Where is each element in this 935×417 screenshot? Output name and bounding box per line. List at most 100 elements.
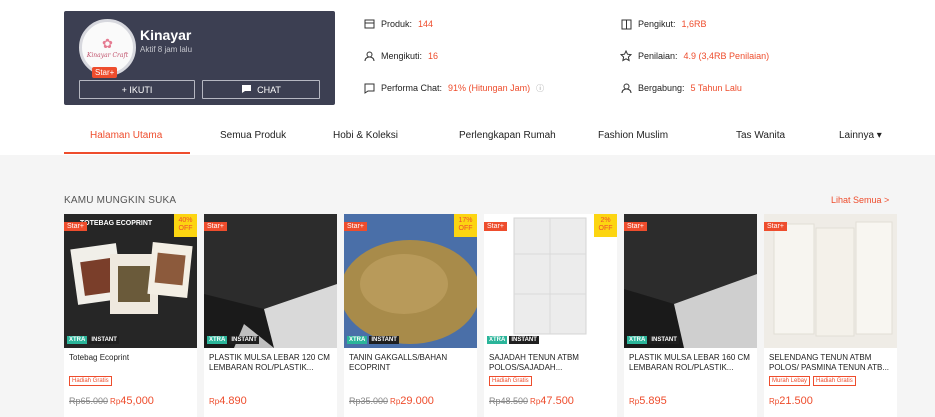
current-price: 29.000	[400, 395, 434, 407]
stat-followers-label: Pengikut:	[638, 19, 676, 29]
stat-joined-label: Bergabung:	[638, 83, 685, 93]
product-card[interactable]: TOTEBAG ECOPRINT Star+ 40% OFF XTRA INSTA…	[64, 214, 197, 417]
current-price: 4.890	[219, 395, 247, 407]
chat-button-label: CHAT	[257, 84, 281, 95]
tab-hobi-koleksi[interactable]: Hobi & Koleksi	[333, 130, 398, 141]
product-name: SAJADAH TENUN ATBM POLOS/SAJADAH...	[489, 353, 579, 372]
instant-badge: INSTANT	[369, 336, 399, 344]
stat-following: Mengikuti: 16	[363, 50, 438, 62]
stat-chat-value: 91% (Hitungan Jam)	[448, 83, 531, 93]
product-card[interactable]: Star+ 2% OFF XTRA INSTANT SAJADAH TENUN A…	[484, 214, 617, 417]
product-tags: Hadiah Gratis	[69, 376, 112, 386]
active-tab-indicator	[64, 152, 190, 154]
star-plus-badge: Star+	[204, 222, 227, 231]
promo-badges: XTRA INSTANT	[487, 336, 539, 344]
current-price: 5.895	[639, 395, 667, 407]
product-name: Totebag Ecoprint	[69, 353, 130, 362]
discount-badge: 17% OFF	[454, 214, 477, 237]
see-all-link[interactable]: Lihat Semua >	[831, 195, 889, 205]
tab-semua-produk[interactable]: Semua Produk	[220, 130, 286, 141]
image-caption: TOTEBAG ECOPRINT	[80, 220, 153, 227]
star-icon	[620, 50, 632, 62]
product-tags: Hadiah Gratis	[489, 376, 532, 386]
followers-icon	[620, 18, 632, 30]
xtra-badge: XTRA	[627, 336, 648, 344]
stat-products-label: Produk:	[381, 19, 413, 29]
user-icon	[363, 50, 375, 62]
star-plus-badge: Star+	[484, 222, 507, 231]
product-card[interactable]: Star+ XTRA INSTANT PLASTIK MULSA LEBAR 1…	[204, 214, 337, 417]
promo-badges: XTRA INSTANT	[67, 336, 119, 344]
star-plus-badge: Star+	[344, 222, 367, 231]
chat-icon	[241, 84, 252, 96]
product-card[interactable]: Star+ SELENDANG TENUN ATBM POLOS/ PASMIN…	[764, 214, 897, 417]
follow-button[interactable]: + IKUTI	[79, 80, 195, 99]
discount-badge: 40% OFF	[174, 214, 197, 237]
info-icon[interactable]: ⓘ	[536, 83, 544, 94]
shop-name: Kinayar	[140, 27, 192, 43]
product-name: PLASTIK MULSA LEBAR 120 CM LEMBARAN ROL/…	[209, 353, 330, 372]
product-image: Star+ XTRA INSTANT	[624, 214, 757, 348]
tab-tas-wanita[interactable]: Tas Wanita	[736, 130, 785, 141]
shop-card: ✿ Kinayar Craft Star+ Kinayar Aktif 8 ja…	[64, 11, 335, 105]
tab-lainnya[interactable]: Lainnya ▾	[839, 130, 882, 141]
stat-rating-value: 4.9 (3,4RB Penilaian)	[683, 51, 770, 61]
product-tag: Murah Lebay	[769, 376, 811, 386]
instant-badge: INSTANT	[229, 336, 259, 344]
product-image: Star+ 17% OFF XTRA INSTANT	[344, 214, 477, 348]
product-price: Rp35.000 Rp29.000	[349, 395, 434, 407]
product-name: TANIN GAKGALLS/BAHAN ECOPRINT	[349, 353, 448, 372]
tab-fashion-muslim[interactable]: Fashion Muslim	[598, 130, 668, 141]
star-plus-badge: Star+	[624, 222, 647, 231]
section-title: KAMU MUNGKIN SUKA	[64, 195, 177, 206]
stat-rating: Penilaian: 4.9 (3,4RB Penilaian)	[620, 50, 769, 62]
product-price: Rp21.500	[769, 395, 813, 407]
stat-rating-label: Penilaian:	[638, 51, 678, 61]
xtra-badge: XTRA	[67, 336, 88, 344]
stat-chat-performance: Performa Chat: 91% (Hitungan Jam) ⓘ	[363, 82, 544, 94]
current-price: 47.500	[540, 395, 574, 407]
product-price: Rp5.895	[629, 395, 667, 407]
tab-perlengkapan-rumah[interactable]: Perlengkapan Rumah	[459, 130, 556, 141]
instant-badge: INSTANT	[649, 336, 679, 344]
flower-logo-icon: ✿	[102, 35, 113, 51]
product-image: Star+ 2% OFF XTRA INSTANT	[484, 214, 617, 348]
shop-logo-text: Kinayar Craft	[86, 51, 129, 59]
stat-following-value: 16	[428, 51, 439, 61]
star-plus-badge: Star+	[64, 222, 87, 231]
old-price: Rp35.000	[349, 396, 389, 406]
stat-chat-label: Performa Chat:	[381, 83, 443, 93]
product-tag: Hadiah Gratis	[813, 376, 856, 386]
promo-badges: XTRA INSTANT	[207, 336, 259, 344]
stat-joined: Bergabung: 5 Tahun Lalu	[620, 82, 742, 94]
stat-followers-value: 1,6RB	[681, 19, 707, 29]
shop-active-status: Aktif 8 jam lalu	[140, 45, 193, 54]
stat-following-label: Mengikuti:	[381, 51, 423, 61]
chat-button[interactable]: CHAT	[202, 80, 320, 99]
current-price: 21.500	[779, 395, 813, 407]
instant-badge: INSTANT	[89, 336, 119, 344]
xtra-badge: XTRA	[207, 336, 228, 344]
product-card[interactable]: Star+ XTRA INSTANT PLASTIK MULSA LEBAR 1…	[624, 214, 757, 417]
product-image: Star+ XTRA INSTANT	[204, 214, 337, 348]
xtra-badge: XTRA	[487, 336, 508, 344]
promo-badges: XTRA INSTANT	[347, 336, 399, 344]
follow-button-label: + IKUTI	[121, 84, 153, 95]
stat-joined-value: 5 Tahun Lalu	[690, 83, 742, 93]
product-tag: Hadiah Gratis	[489, 376, 532, 386]
instant-badge: INSTANT	[509, 336, 539, 344]
tab-halaman-utama[interactable]: Halaman Utama	[90, 130, 162, 141]
user-joined-icon	[620, 82, 632, 94]
stat-followers: Pengikut: 1,6RB	[620, 18, 707, 30]
product-tag: Hadiah Gratis	[69, 376, 112, 386]
product-card[interactable]: Star+ 17% OFF XTRA INSTANT TANIN GAKGALLS…	[344, 214, 477, 417]
product-price: Rp48.500 Rp47.500	[489, 395, 574, 407]
stat-products: Produk: 144	[363, 18, 433, 30]
discount-badge: 2% OFF	[594, 214, 617, 237]
product-tags: Murah Lebay Hadiah Gratis	[769, 376, 856, 386]
product-price: Rp65.000 Rp45,000	[69, 395, 154, 407]
current-price: 45,000	[120, 395, 154, 407]
star-plus-badge: Star+	[92, 67, 118, 78]
product-image: Star+	[764, 214, 897, 348]
xtra-badge: XTRA	[347, 336, 368, 344]
